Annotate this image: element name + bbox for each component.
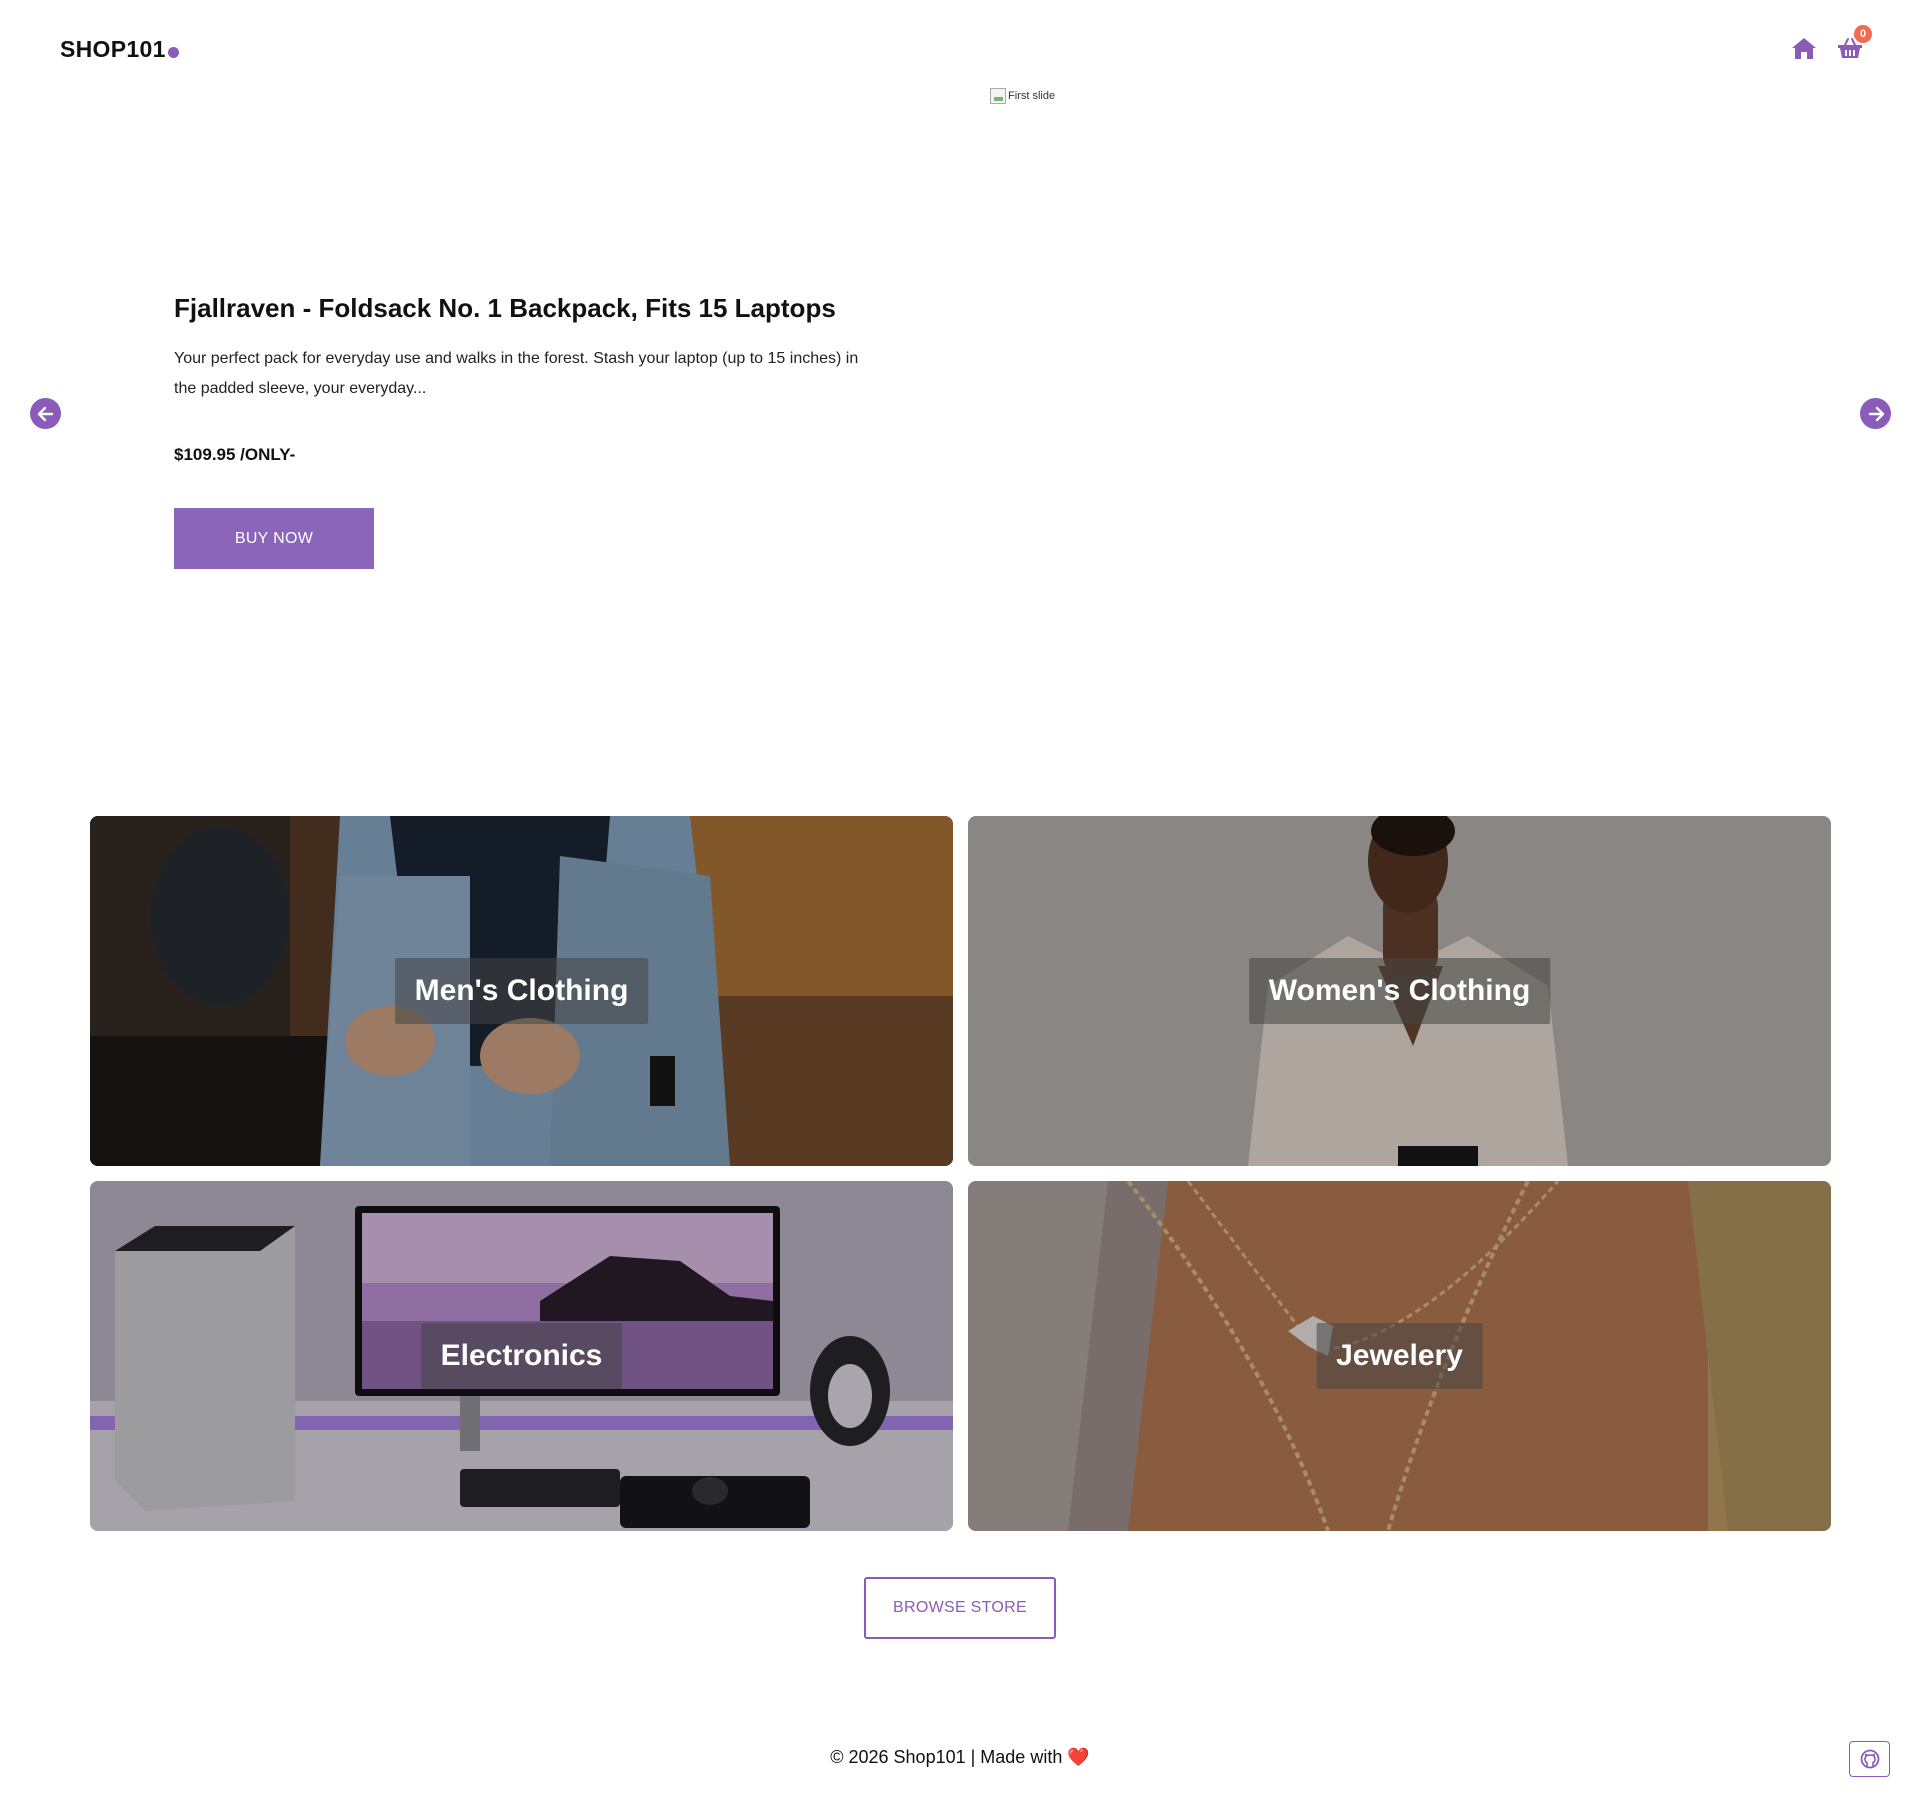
hero-carousel: First slide Fjallraven - Foldsack No. 1 …: [0, 80, 1920, 780]
broken-image-icon: [990, 88, 1006, 104]
category-label[interactable]: Electronics: [420, 1323, 623, 1389]
heart-icon: ❤️: [1067, 1747, 1090, 1767]
carousel-prev-button[interactable]: [30, 398, 61, 429]
home-icon: [1792, 38, 1816, 59]
slide-image-alt: First slide: [1008, 90, 1056, 102]
cart-button[interactable]: 0: [1836, 25, 1872, 62]
product-title: Fjallraven - Foldsack No. 1 Backpack, Fi…: [174, 293, 836, 323]
logo-text[interactable]: SHOP101: [60, 36, 166, 63]
buy-now-button[interactable]: BUY NOW: [174, 508, 374, 569]
logo-dot: [167, 47, 179, 58]
product-price: $109.95 /ONLY-: [174, 445, 296, 464]
home-button[interactable]: [1790, 34, 1818, 62]
browse-store-button[interactable]: BROWSE STORE: [864, 1577, 1056, 1639]
github-link[interactable]: [1849, 1741, 1890, 1777]
carousel-next-button[interactable]: [1860, 398, 1891, 429]
category-tile-jewelery[interactable]: Jewelery: [968, 1181, 1831, 1531]
logo[interactable]: SHOP101: [60, 36, 179, 63]
category-label[interactable]: Jewelery: [1316, 1323, 1483, 1389]
category-tile-electronics[interactable]: Electronics: [90, 1181, 953, 1531]
slide-image: First slide: [990, 88, 1055, 104]
arrow-right-icon: [1868, 406, 1884, 421]
category-tile-mens-clothing[interactable]: Men's Clothing: [90, 816, 953, 1166]
category-label[interactable]: Men's Clothing: [394, 958, 649, 1024]
footer: © 2026 Shop101 | Made with ❤️: [0, 1747, 1920, 1768]
category-tile-womens-clothing[interactable]: Women's Clothing: [968, 816, 1831, 1166]
arrow-left-icon: [37, 406, 53, 421]
footer-copyright: © 2026 Shop101 | Made with: [830, 1747, 1063, 1767]
nav-icons: 0: [1790, 25, 1872, 62]
github-icon: [1860, 1749, 1879, 1769]
category-label[interactable]: Women's Clothing: [1248, 958, 1551, 1024]
cart-count-badge: 0: [1854, 25, 1872, 43]
product-description: Your perfect pack for everyday use and w…: [174, 350, 859, 397]
